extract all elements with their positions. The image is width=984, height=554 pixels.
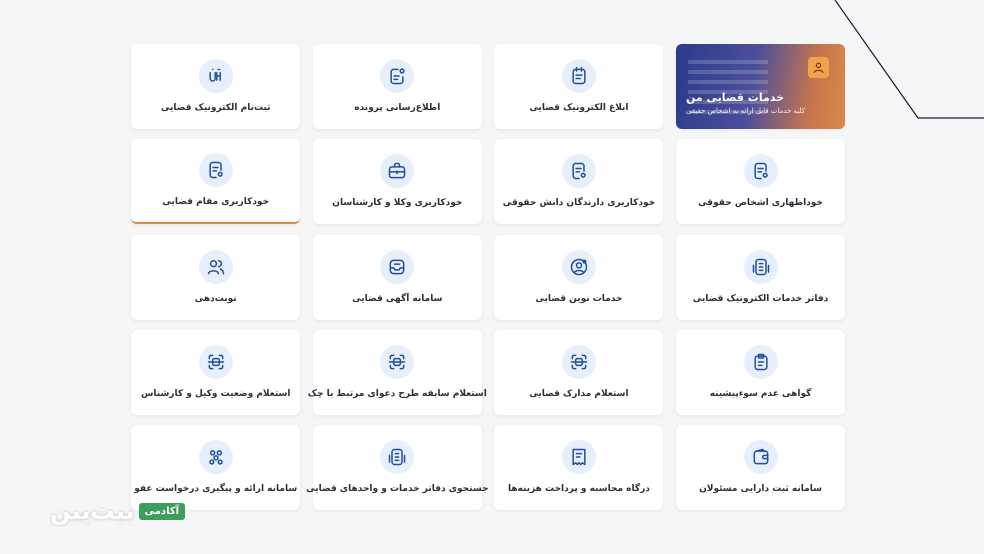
service-card[interactable]: ثبت‌نام الکترونیک قضایی	[131, 44, 301, 129]
service-card[interactable]: درگاه محاسبه و پرداخت هزینه‌ها	[494, 425, 664, 511]
my-judicial-services-card[interactable]: خدمات قضایی من کلیه خدمات قابل ارائه به …	[676, 44, 845, 129]
services-grid: خدمات قضایی من کلیه خدمات قابل ارائه به …	[131, 44, 845, 511]
service-card[interactable]: اطلاع‌رسانی پرونده	[312, 44, 482, 129]
notice-icon	[561, 59, 596, 93]
service-card[interactable]: گواهی عدم سوءپیشینه	[676, 329, 845, 415]
receipt-icon	[561, 440, 596, 475]
briefcase-icon	[380, 154, 415, 189]
service-label: گواهی عدم سوءپیشینه	[709, 388, 812, 399]
wallet-icon	[743, 440, 778, 475]
service-card[interactable]: ابلاغ الکترونیک قضایی	[494, 44, 664, 129]
clipboard-icon	[743, 344, 778, 379]
service-label: استعلام وضعیت وکیل و کارشناس	[140, 388, 291, 399]
service-label: خدمات نوین قضایی	[535, 293, 623, 304]
service-card[interactable]: استعلام مدارک قضایی	[494, 329, 664, 415]
service-card[interactable]: استعلام وضعیت وکیل و کارشناس	[131, 329, 301, 415]
service-label: درگاه محاسبه و پرداخت هزینه‌ها	[507, 484, 650, 495]
service-label: ابلاغ الکترونیک قضایی	[529, 103, 629, 113]
case-info-icon	[380, 59, 415, 93]
service-card[interactable]: دفاتر خدمات الکترونیک قضایی	[676, 234, 845, 320]
service-label: ثبت‌نام الکترونیک قضایی	[160, 103, 271, 113]
self-declare-icon	[743, 154, 778, 189]
service-label: جستجوی دفاتر خدمات و واحدهای قضایی	[306, 484, 489, 495]
service-label: خوداظهاری اشخاص حقوقی	[698, 198, 823, 209]
service-card[interactable]: خوداظهاری اشخاص حقوقی	[676, 139, 845, 225]
service-card[interactable]: خودکاربری دارندگان دانش حقوقی	[494, 139, 664, 225]
office-icon	[743, 249, 778, 284]
service-label: اطلاع‌رسانی پرونده	[354, 103, 441, 113]
service-label: استعلام سابقه طرح دعوای مرتبط با چک	[307, 388, 487, 399]
service-label: خودکاربری وکلا و کارشناسان	[332, 198, 463, 209]
watermark-tag: آکادمی	[138, 502, 186, 520]
service-label: استعلام مدارک قضایی	[529, 388, 629, 399]
scan-icon	[561, 344, 596, 379]
self-declare-icon	[561, 154, 596, 189]
service-label: سامانه آگهی قضایی	[352, 293, 443, 304]
bitpin-academy-watermark: بیت‌پین آکادمی	[50, 497, 186, 525]
service-card[interactable]: استعلام سابقه طرح دعوای مرتبط با چک	[308, 329, 487, 415]
service-card[interactable]: خدمات نوین قضایی	[494, 234, 664, 320]
service-label: سامانه ارائه و پیگیری درخواست عفو	[134, 484, 298, 495]
user-gear-icon	[561, 249, 596, 284]
service-card[interactable]: خودکاربری وکلا و کارشناسان	[312, 139, 482, 225]
service-card[interactable]: جستجوی دفاتر خدمات و واحدهای قضایی	[306, 425, 489, 511]
scan-icon	[380, 344, 415, 379]
user-icon	[808, 57, 829, 78]
service-card[interactable]: نوبت‌دهی	[131, 234, 301, 320]
service-card[interactable]: سامانه آگهی قضایی	[312, 234, 482, 320]
service-label: خودکاربری دارندگان دانش حقوقی	[502, 198, 656, 209]
service-card[interactable]: سامانه ثبت دارایی مسئولان	[676, 425, 845, 511]
service-label: دفاتر خدمات الکترونیک قضایی	[692, 293, 829, 304]
watermark-brand: بیت‌پین	[50, 497, 135, 525]
sana-logo-icon	[198, 59, 233, 93]
service-label: سامانه ثبت دارایی مسئولان	[699, 484, 822, 495]
network-icon	[198, 440, 233, 475]
inbox-icon	[380, 249, 415, 284]
self-declare-icon	[198, 153, 233, 188]
office-icon	[380, 440, 415, 475]
service-card[interactable]: خودکاربری مقام قضایی	[131, 139, 301, 225]
scan-icon	[198, 344, 233, 379]
service-label: نوبت‌دهی	[194, 293, 237, 304]
hero-background-mockup	[688, 54, 768, 114]
service-label: خودکاربری مقام قضایی	[162, 197, 270, 208]
users-icon	[198, 249, 233, 284]
